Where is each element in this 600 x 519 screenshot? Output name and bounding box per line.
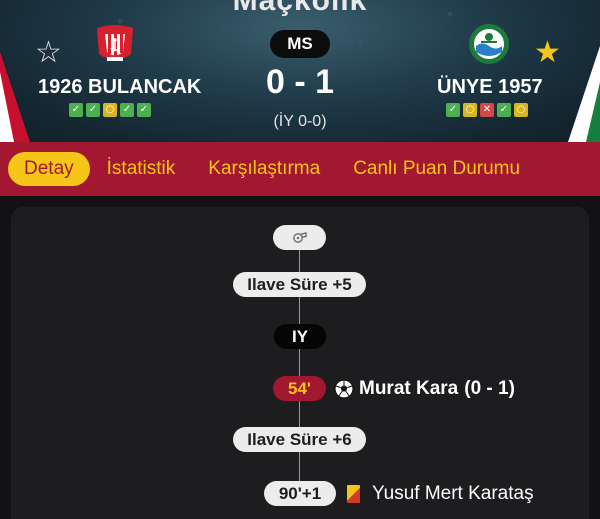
whistle-icon	[292, 232, 307, 243]
app-title: Maçkolik	[232, 0, 368, 17]
home-team-logo[interactable]	[93, 22, 137, 66]
match-header: Maçkolik ☆ ★ 1926 BULANCAK ÜNYE 1957 ✓ ✓…	[0, 0, 600, 142]
goal-minute-pill: 54'	[273, 376, 326, 401]
away-team-logo[interactable]	[467, 22, 511, 66]
soccer-ball-icon	[334, 378, 354, 399]
tab-detay[interactable]: Detay	[8, 152, 90, 186]
extra-time-pill: Ilave Süre +6	[233, 427, 366, 452]
goal-event[interactable]: Murat Kara (0 - 1)	[334, 376, 515, 401]
match-score: 0 - 1	[265, 63, 335, 101]
card-player-name: Yusuf Mert Karataş	[372, 482, 534, 504]
tab-karsilastirma[interactable]: Karşılaştırma	[208, 158, 320, 180]
match-status-badge: MS	[270, 30, 330, 58]
goal-player-name: Murat Kara	[359, 377, 459, 399]
card-event[interactable]: Yusuf Mert Karataş	[347, 481, 534, 506]
halftime-score: (İY 0-0)	[273, 113, 327, 130]
period-pill: IY	[274, 324, 326, 349]
yellow-red-card-icon	[347, 484, 360, 503]
extra-time-pill: Ilave Süre +5	[233, 272, 366, 297]
tab-canli-puan-durumu[interactable]: Canlı Puan Durumu	[353, 158, 520, 180]
card-minute-pill: 90'+1	[264, 481, 336, 506]
tab-bar: Detay İstatistik Karşılaştırma Canlı Pua…	[0, 142, 600, 196]
whistle-pill	[273, 225, 326, 250]
tab-istatistik[interactable]: İstatistik	[107, 158, 176, 180]
goal-running-score: (0 - 1)	[464, 377, 515, 399]
events-panel	[11, 207, 589, 519]
